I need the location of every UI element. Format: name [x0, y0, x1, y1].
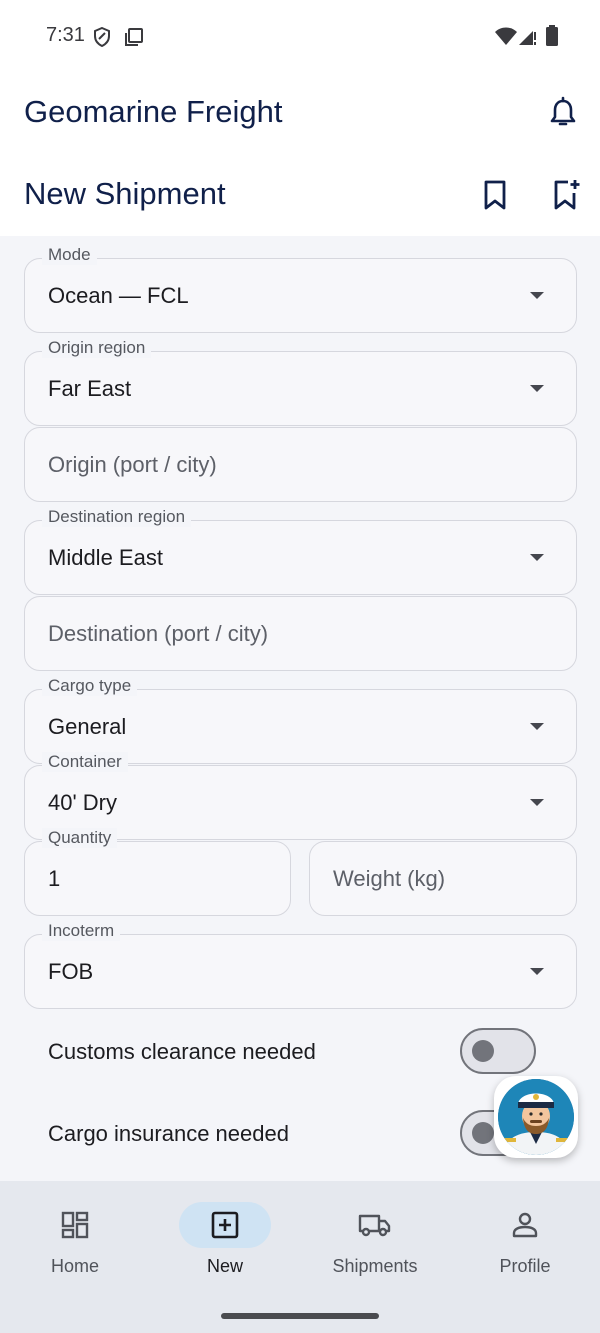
nav-label-home: Home — [50, 1256, 99, 1276]
incoterm-label: Incoterm — [42, 921, 121, 941]
dashboard-icon — [61, 1211, 89, 1239]
app-bar: Geomarine Freight — [0, 72, 600, 154]
mode-select[interactable]: Mode Ocean — FCL — [24, 245, 577, 333]
nav-item-home[interactable]: Home — [0, 1181, 150, 1291]
wifi-icon — [495, 27, 517, 45]
nav-label-shipments: Shipments — [332, 1256, 418, 1276]
truck-icon — [358, 1214, 391, 1237]
add-box-icon — [211, 1211, 239, 1239]
switch-knob — [472, 1040, 494, 1062]
battery-icon — [546, 25, 558, 46]
origin-region-value: Far East — [48, 376, 132, 401]
customs-label: Customs clearance needed — [48, 1039, 316, 1064]
bookmark-add-icon[interactable] — [550, 178, 582, 212]
mode-label: Mode — [42, 245, 97, 265]
person-icon — [512, 1212, 538, 1238]
destination-input[interactable]: Destination (port / city) — [24, 596, 577, 671]
container-value: 40' Dry — [48, 790, 117, 815]
status-bar: 7:31 — [0, 0, 600, 72]
bell-icon[interactable] — [546, 96, 580, 130]
assistant-avatar-button[interactable] — [494, 1076, 578, 1158]
nav-item-profile[interactable]: Profile — [450, 1181, 600, 1291]
insurance-label: Cargo insurance needed — [48, 1121, 289, 1146]
destination-region-value: Middle East — [48, 545, 163, 570]
bookmark-icon[interactable] — [480, 178, 510, 212]
origin-input[interactable]: Origin (port / city) — [24, 427, 577, 502]
origin-placeholder: Origin (port / city) — [48, 452, 217, 477]
status-time: 7:31 — [46, 24, 85, 46]
switch-knob — [472, 1122, 494, 1144]
origin-region-label: Origin region — [42, 338, 152, 358]
incoterm-select[interactable]: Incoterm FOB — [24, 921, 577, 1009]
nav-label-profile: Profile — [499, 1256, 551, 1276]
quantity-value: 1 — [48, 866, 61, 891]
dropdown-arrow-icon — [530, 554, 544, 561]
cargo-type-value: General — [48, 714, 127, 739]
app-title: Geomarine Freight — [24, 94, 283, 129]
dropdown-arrow-icon — [530, 799, 544, 806]
quantity-label: Quantity — [42, 828, 118, 848]
screenshot-icon — [125, 28, 143, 46]
shield-icon — [94, 27, 110, 47]
nav-item-shipments[interactable]: Shipments — [300, 1181, 450, 1291]
origin-region-select[interactable]: Origin region Far East — [24, 338, 577, 426]
nav-item-new[interactable]: New — [150, 1181, 300, 1291]
container-label: Container — [42, 752, 128, 772]
page-title: New Shipment — [24, 176, 226, 211]
dropdown-arrow-icon — [530, 292, 544, 299]
cargo-type-label: Cargo type — [42, 676, 138, 696]
weight-placeholder: Weight (kg) — [333, 866, 446, 891]
destination-placeholder: Destination (port / city) — [48, 621, 269, 646]
mode-value: Ocean — FCL — [48, 283, 189, 308]
destination-region-select[interactable]: Destination region Middle East — [24, 507, 577, 595]
destination-region-label: Destination region — [42, 507, 192, 527]
dropdown-arrow-icon — [530, 385, 544, 392]
weight-input[interactable]: Weight (kg) — [309, 841, 577, 916]
bottom-nav: Home New Shipments Profile — [0, 1181, 600, 1333]
captain-avatar-icon — [498, 1079, 574, 1155]
home-indicator[interactable] — [221, 1313, 379, 1319]
dropdown-arrow-icon — [530, 723, 544, 730]
incoterm-value: FOB — [48, 959, 94, 984]
customs-switch[interactable] — [460, 1028, 536, 1074]
quantity-input[interactable]: Quantity 1 — [24, 828, 291, 916]
cell-signal-icon — [519, 31, 536, 45]
page-header: New Shipment — [0, 154, 600, 236]
nav-label-new: New — [206, 1256, 243, 1276]
dropdown-arrow-icon — [530, 968, 544, 975]
